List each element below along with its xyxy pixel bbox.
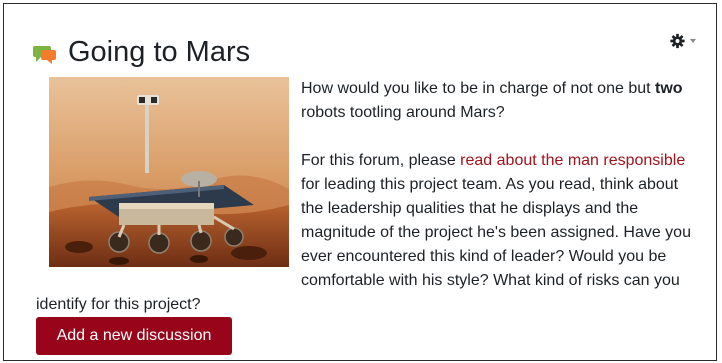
forum-intro-card: Going to Mars How would you like to be i… — [3, 3, 717, 361]
forum-header: Going to Mars — [32, 34, 250, 70]
read-about-link[interactable]: read about the man responsible — [460, 152, 685, 169]
page-title: Going to Mars — [68, 36, 251, 68]
chevron-down-icon[interactable] — [690, 39, 696, 43]
mars-rover-image — [49, 77, 289, 267]
forum-intro: How would you like to be in charge of no… — [36, 77, 696, 317]
forum-icon — [33, 46, 56, 64]
add-discussion-button[interactable]: Add a new discussion — [36, 317, 232, 355]
settings-menu[interactable] — [670, 30, 696, 52]
gear-icon[interactable] — [670, 31, 685, 51]
